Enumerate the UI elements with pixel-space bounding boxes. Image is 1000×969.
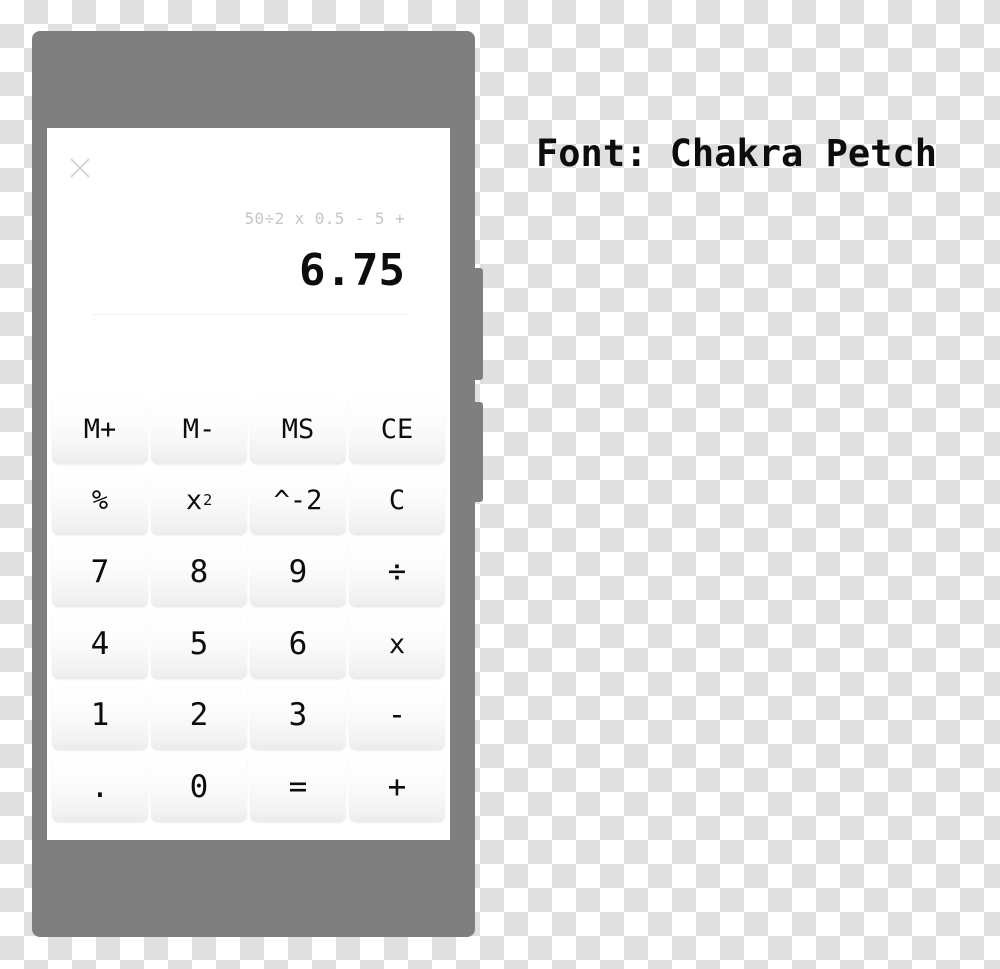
key-multiply[interactable]: x [349,609,445,679]
key-label: 4 [90,625,110,662]
key-percent[interactable]: % [52,466,148,536]
key-label: x [388,628,406,660]
key-label: % [91,485,109,517]
key-clear-entry[interactable]: CE [349,395,445,464]
power-button[interactable] [475,402,483,502]
key-subtract[interactable]: - [349,681,445,751]
key-label: M+ [83,413,117,445]
key-5[interactable]: 5 [151,609,247,679]
key-4[interactable]: 4 [52,609,148,679]
key-equals[interactable]: = [250,753,346,822]
key-label: 5 [189,625,209,662]
key-decimal-point[interactable]: . [52,753,148,822]
key-1[interactable]: 1 [52,681,148,751]
key-label: M- [182,413,216,445]
key-label: . [90,769,110,806]
key-label: C [388,485,406,517]
key-8[interactable]: 8 [151,538,247,607]
calculator-display: 50÷2 x 0.5 - 5 + 6.75 [47,208,450,300]
key-label: 8 [189,554,209,591]
key-label: + [387,769,407,806]
key-label: 1 [90,697,110,734]
key-label-superscript: 2 [203,491,213,510]
key-add[interactable]: + [349,753,445,822]
key-label: ^-2 [273,485,323,517]
key-label: - [387,697,407,734]
result-value: 6.75 [299,245,405,296]
key-label: 7 [90,554,110,591]
font-caption-label: Font: Chakra Petch [536,132,937,175]
key-label: 9 [288,554,308,591]
key-label: 0 [189,769,209,806]
key-7[interactable]: 7 [52,538,148,607]
display-divider [92,314,408,315]
close-icon[interactable] [65,153,95,183]
key-label: 2 [189,697,209,734]
key-label: 6 [288,625,308,662]
key-label: x [185,485,203,517]
expression-text: 50÷2 x 0.5 - 5 + [244,209,405,228]
key-memory-add[interactable]: M+ [52,395,148,464]
key-9[interactable]: 9 [250,538,346,607]
key-label: = [288,769,308,806]
phone-screen: 50÷2 x 0.5 - 5 + 6.75 M+ M- MS CE% x 2 ^-2 C 7 8 9… [47,128,450,840]
phone-frame: 50÷2 x 0.5 - 5 + 6.75 M+ M- MS CE% x 2 ^-2 C 7 8 9… [32,31,483,937]
key-label: 3 [288,697,308,734]
key-square[interactable]: x2 [151,466,247,536]
key-memory-store[interactable]: MS [250,395,346,464]
key-6[interactable]: 6 [250,609,346,679]
key-memory-subtract[interactable]: M- [151,395,247,464]
key-power-negative-two[interactable]: ^-2 [250,466,346,536]
key-2[interactable]: 2 [151,681,247,751]
key-clear[interactable]: C [349,466,445,536]
key-label: MS [281,413,315,445]
key-divide[interactable]: ÷ [349,538,445,607]
key-3[interactable]: 3 [250,681,346,751]
key-label: ÷ [387,554,407,591]
key-label: CE [380,413,414,445]
calculator-keypad: M+ M- MS CE% x 2 ^-2 C 7 8 9 ÷ 4 5 6 x 1 2 3-. 0 = + [47,395,450,822]
key-0[interactable]: 0 [151,753,247,822]
volume-rocker-button[interactable] [475,268,483,380]
